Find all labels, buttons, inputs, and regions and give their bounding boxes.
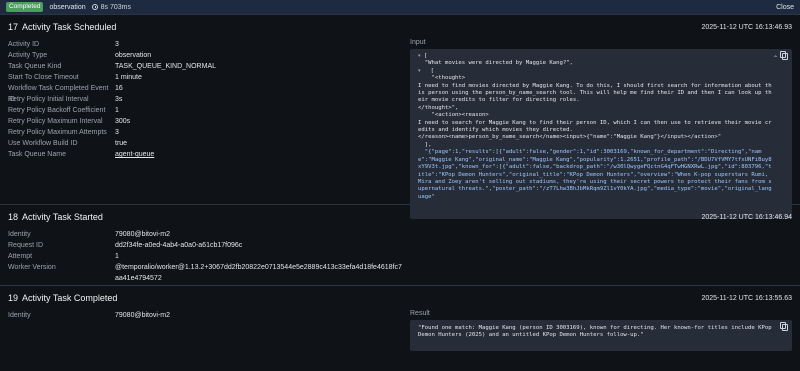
event-header: 18 Activity Task Started 2025-11-12 UTC 1… xyxy=(0,205,800,229)
code-line: </reason><name>person_by_name_search</na… xyxy=(418,134,722,141)
event-title: 19 Activity Task Completed xyxy=(8,293,117,303)
event-18-activity-task-started: 18 Activity Task Started 2025-11-12 UTC 1… xyxy=(0,205,800,286)
event-title: 18 Activity Task Started xyxy=(8,212,103,222)
event-name: Activity Task Scheduled xyxy=(22,22,117,32)
attr-value: 1 minute xyxy=(115,74,142,81)
copy-icon[interactable] xyxy=(780,322,788,331)
attr-key: Use Workflow Build ID xyxy=(8,140,78,147)
clock-icon xyxy=(91,4,98,10)
attr-value: 1 xyxy=(115,107,119,114)
attr-value: 3 xyxy=(115,129,119,136)
attr-value: @temporalio/worker@1.13.2+3067dd2fb20822… xyxy=(115,264,402,282)
attr-key: Activity Type xyxy=(8,52,48,59)
event-attributes: Activity ID 3 Activity Type observation Ta… xyxy=(8,39,388,219)
attr-value: 16 xyxy=(115,85,123,92)
attr-key: Retry Policy Backoff Coefficient xyxy=(8,107,106,114)
event-17-activity-task-scheduled: 17 Activity Task Scheduled 2025-11-12 UTC… xyxy=(0,15,800,219)
attr-key: Request ID xyxy=(8,242,44,249)
attr-key: Retry Policy Maximum Interval xyxy=(8,118,103,125)
code-line: "{"page":1,"results":[{"adult":false,"ge… xyxy=(418,149,772,200)
attr-value: observation xyxy=(115,52,152,59)
attr-value: 3 xyxy=(115,41,119,48)
event-id: 17 xyxy=(8,22,19,32)
input-payload[interactable]: ⌃ ▾ [ "What movies were directed by Magg… xyxy=(410,49,792,219)
code-line: "What movies were directed by Maggie Kan… xyxy=(418,60,573,67)
code-line: I need to search for Maggie Kang to find… xyxy=(418,119,772,134)
code-line: ], xyxy=(418,141,432,148)
attr-key: Task Queue Kind xyxy=(8,63,62,70)
attr-value: dd2f34fe-a0ed-4ab4-a0a0-a61cb17f096c xyxy=(115,242,243,249)
input-panel: Input ⌃ ▾ [ "What movies were directed b… xyxy=(410,39,792,219)
event-timestamp: 2025-11-12 UTC 16:13:46.94 xyxy=(701,213,792,221)
copy-icon[interactable] xyxy=(780,51,788,60)
event-attributes: Identity 79080@bitovi-m2 xyxy=(8,310,388,351)
attr-key: Workflow Task Completed Event ID xyxy=(8,85,109,103)
event-name: Activity Task Started xyxy=(22,212,103,222)
attr-value: 79080@bitovi-m2 xyxy=(115,312,170,319)
result-label: Result xyxy=(410,310,430,317)
code-line: "<action><reason> xyxy=(418,112,489,119)
chevron-down-icon[interactable]: ▾ xyxy=(418,68,421,74)
attr-key: Worker Version xyxy=(8,264,56,271)
attr-value: true xyxy=(115,140,128,147)
code-line: "<thought> xyxy=(418,75,466,82)
event-header: 19 Activity Task Completed 2025-11-12 UTC… xyxy=(0,286,800,310)
code-line: [ xyxy=(423,53,428,59)
event-19-activity-task-completed: 19 Activity Task Completed 2025-11-12 UTC… xyxy=(0,286,800,370)
attr-key: Task Queue Name xyxy=(8,151,66,158)
attr-key: Start To Close Timeout xyxy=(8,74,79,81)
attr-key: Activity ID xyxy=(8,41,40,48)
code-line: [ xyxy=(423,67,434,74)
chevron-up-icon[interactable]: ⌃ xyxy=(773,55,778,62)
event-timestamp: 2025-11-12 UTC 16:13:55.63 xyxy=(701,294,792,302)
attr-key: Retry Policy Maximum Attempts xyxy=(8,129,107,136)
attr-value: 1 xyxy=(115,253,119,260)
duration: 8s 703ms xyxy=(91,3,131,11)
input-label: Input xyxy=(410,39,426,46)
attr-value: 300s xyxy=(115,118,131,125)
attr-value: 3s xyxy=(115,96,123,103)
event-title: 17 Activity Task Scheduled xyxy=(8,22,116,32)
task-queue-link[interactable]: agent-queue xyxy=(115,149,154,160)
event-attributes: Identity 79080@bitovi-m2 Request ID dd2f34… xyxy=(8,229,408,284)
result-panel: Result "Found one match: Maggie Kang (pe… xyxy=(410,310,792,351)
event-timestamp: 2025-11-12 UTC 16:13:46.93 xyxy=(701,23,792,31)
activity-type-label: observation xyxy=(49,3,86,11)
event-id: 19 xyxy=(8,293,19,303)
code-line: I need to find movies directed by Maggie… xyxy=(418,82,772,104)
attr-value: 79080@bitovi-m2 xyxy=(115,231,170,238)
event-detail-header: Completed observation 8s 703ms Close xyxy=(0,0,800,15)
duration-text: 8s 703ms xyxy=(100,3,131,11)
chevron-down-icon[interactable]: ▾ xyxy=(418,53,421,59)
code-line: </thought>", xyxy=(418,104,459,111)
close-button[interactable]: Close xyxy=(776,4,794,11)
result-payload[interactable]: "Found one match: Maggie Kang (person ID… xyxy=(410,320,792,351)
attr-value: TASK_QUEUE_KIND_NORMAL xyxy=(115,63,217,70)
attr-key: Retry Policy Initial Interval xyxy=(8,96,89,103)
event-header: 17 Activity Task Scheduled 2025-11-12 UTC… xyxy=(0,15,800,39)
event-id: 18 xyxy=(8,212,19,222)
attr-key: Identity xyxy=(8,231,31,238)
status-badge: Completed xyxy=(6,2,44,12)
attr-key: Attempt xyxy=(8,253,33,260)
event-name: Activity Task Completed xyxy=(22,293,118,303)
result-text: "Found one match: Maggie Kang (person ID… xyxy=(418,325,775,339)
attr-key: Identity xyxy=(8,312,31,319)
